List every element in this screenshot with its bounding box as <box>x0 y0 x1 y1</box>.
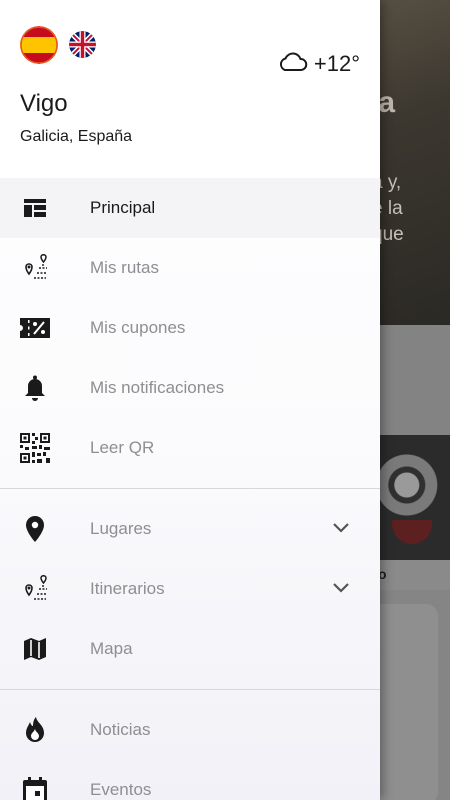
region-name: Galicia, España <box>20 128 133 145</box>
menu-item-label: Itinerarios <box>90 579 165 598</box>
menu-divider <box>0 488 380 489</box>
chevron-down-icon[interactable] <box>332 521 350 535</box>
menu-item-principal[interactable]: Principal <box>0 178 380 238</box>
menu-item-label: Lugares <box>90 519 152 538</box>
qr-code-icon <box>19 433 51 463</box>
navigation-drawer: +12° Vigo Galicia, España Principal Mis … <box>0 0 380 800</box>
menu-item-mis-notificaciones[interactable]: Mis notificaciones <box>0 358 380 418</box>
chevron-down-icon[interactable] <box>332 581 350 595</box>
route-icon <box>19 253 51 283</box>
menu-divider <box>0 689 380 690</box>
menu-item-itinerarios[interactable]: Itinerarios <box>0 559 380 619</box>
menu-item-eventos[interactable]: Eventos <box>0 760 380 800</box>
bell-icon <box>19 373 51 403</box>
menu-item-label: Mis notificaciones <box>90 378 225 397</box>
city-name: Vigo <box>20 90 68 117</box>
menu-item-mapa[interactable]: Mapa <box>0 619 380 679</box>
menu-item-label: Principal <box>90 198 156 217</box>
drawer-header: +12° Vigo Galicia, España <box>0 0 380 178</box>
menu-item-label: Mapa <box>90 639 133 658</box>
menu-item-mis-rutas[interactable]: Mis rutas <box>0 238 380 298</box>
weather-widget: +12° <box>278 50 360 77</box>
menu-item-label: Mis rutas <box>90 258 159 277</box>
calendar-icon <box>19 775 51 800</box>
route-icon <box>19 574 51 604</box>
menu-item-label: Noticias <box>90 720 151 739</box>
menu-item-lugares[interactable]: Lugares <box>0 499 380 559</box>
map-pin-icon <box>19 514 51 544</box>
menu-item-label: Mis cupones <box>90 318 186 337</box>
fire-icon <box>19 715 51 745</box>
coupon-icon <box>19 313 51 343</box>
uk-flag-icon[interactable] <box>69 31 96 58</box>
weather-temperature: +12° <box>313 50 360 76</box>
menu-item-label: Leer QR <box>90 438 155 457</box>
menu-item-label: Eventos <box>90 780 152 799</box>
dashboard-icon <box>19 193 51 223</box>
menu-item-mis-cupones[interactable]: Mis cupones <box>0 298 380 358</box>
cloud-icon <box>278 50 308 77</box>
menu-item-leer-qr[interactable]: Leer QR <box>0 418 380 478</box>
spain-flag-icon[interactable] <box>20 26 58 64</box>
map-icon <box>19 634 51 664</box>
menu-item-noticias[interactable]: Noticias <box>0 700 380 760</box>
